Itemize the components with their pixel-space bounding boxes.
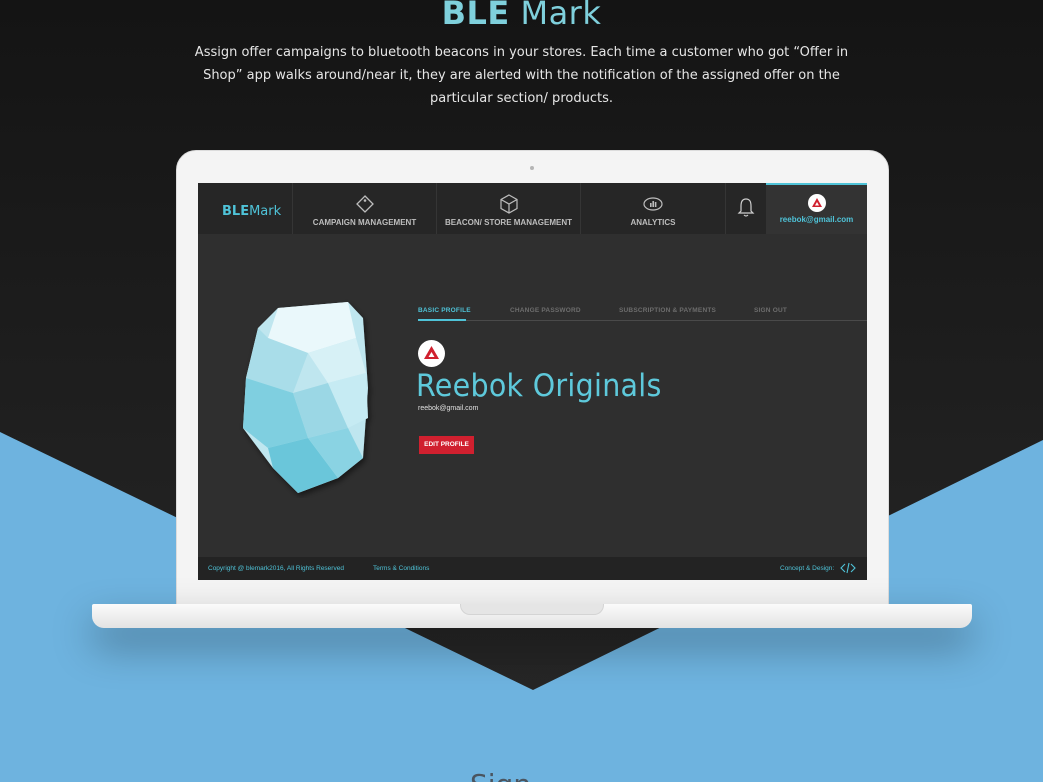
profile-name: Reebok Originals [416, 368, 662, 404]
active-tab-indicator [418, 319, 466, 321]
nav-beacon-store-management[interactable]: BEACON/ STORE MANAGEMENT [436, 183, 580, 234]
top-nav: BLEMark CAMPAIGN MANAGEMENT BEACON/ STOR… [198, 183, 867, 234]
chart-eye-icon [643, 197, 663, 211]
profile-email: reebok@gmail.com [418, 405, 479, 412]
nav-analytics[interactable]: ANALYTICS [580, 183, 725, 234]
nav-campaign-management[interactable]: CAMPAIGN MANAGEMENT [292, 183, 436, 234]
account-email: reebok@gmail.com [779, 215, 854, 224]
app-logo[interactable]: BLEMark [222, 204, 281, 219]
hero-description: Assign offer campaigns to bluetooth beac… [194, 45, 849, 106]
code-icon[interactable] [840, 562, 856, 574]
profile-tabs: BASIC PROFILE CHANGE PASSWORD SUBSCRIPTI… [418, 307, 867, 321]
edit-profile-button[interactable]: EDIT PROFILE [419, 436, 474, 454]
profile-avatar [418, 340, 445, 367]
tab-sign-out[interactable]: SIGN OUT [754, 307, 787, 314]
footer-copyright: Copyright @ blemark2016, All Rights Rese… [208, 565, 344, 572]
app-logo-ble: BLE [222, 204, 250, 219]
footer-concept-label: Concept & Design: [780, 565, 835, 572]
bell-icon [737, 198, 755, 217]
hero-brand-title: BLE Mark [0, 0, 1043, 32]
app-logo-suffix: Mark [249, 204, 282, 219]
beacon-illustration [243, 302, 368, 493]
app-footer: Copyright @ blemark2016, All Rights Rese… [198, 557, 867, 580]
reebok-logo-icon [807, 194, 826, 212]
reebok-avatar-icon [424, 346, 439, 359]
footer-terms-link[interactable]: Terms & Conditions [373, 565, 429, 572]
next-section-heading: Sign [470, 768, 531, 782]
account-menu[interactable]: reebok@gmail.com [766, 183, 867, 234]
hero-brand-ble: BLE [441, 0, 510, 32]
nav-campaign-label: CAMPAIGN MANAGEMENT [312, 218, 417, 227]
app-screen: BLEMark CAMPAIGN MANAGEMENT BEACON/ STOR… [198, 183, 867, 580]
tab-change-password[interactable]: CHANGE PASSWORD [510, 307, 581, 314]
laptop-camera [530, 166, 534, 170]
tab-subscription-payments[interactable]: SUBSCRIPTION & PAYMENTS [619, 307, 716, 314]
cube-icon [499, 194, 518, 214]
tab-basic-profile[interactable]: BASIC PROFILE [418, 307, 471, 314]
laptop-notch [460, 604, 604, 615]
nav-analytics-label: ANALYTICS [630, 218, 676, 227]
tag-icon [355, 195, 374, 213]
hero-brand-mark: Mark [520, 0, 602, 32]
notifications-button[interactable] [725, 183, 766, 234]
nav-beacon-label: BEACON/ STORE MANAGEMENT [445, 218, 572, 227]
